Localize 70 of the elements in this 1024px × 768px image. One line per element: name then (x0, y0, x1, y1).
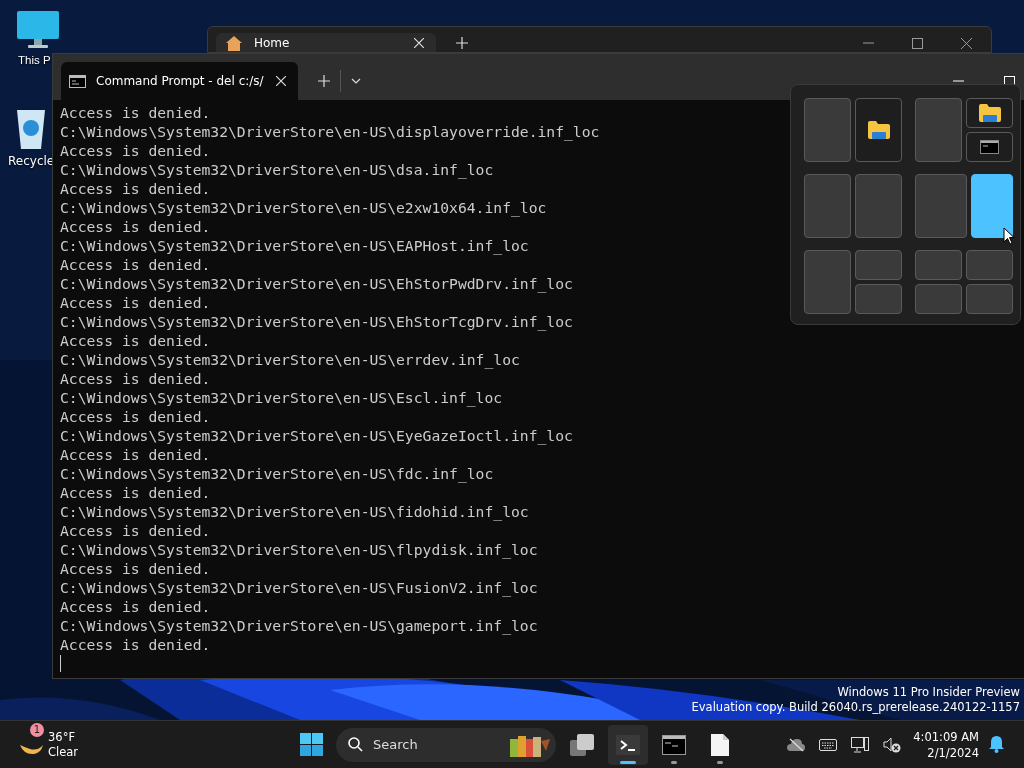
new-tab-icon[interactable] (456, 37, 468, 49)
console-line: Access is denied. (60, 559, 211, 578)
snap-zone[interactable] (966, 98, 1013, 128)
cloud-off-icon[interactable] (787, 737, 806, 752)
house-icon (226, 35, 242, 51)
notification-badge: 1 (30, 722, 44, 737)
console-line: C:\Windows\System32\DriverStore\en-US\displayoverride.inf_loc (60, 122, 600, 141)
console-line: C:\Windows\System32\DriverStore\en-US\e2xw10x64.inf_loc (60, 198, 547, 217)
new-tab-icon[interactable] (318, 75, 330, 87)
monitor-icon[interactable] (16, 10, 60, 50)
console-line: Access is denied. (60, 635, 211, 654)
console-line: C:\Windows\System32\DriverStore\en-US\fdc.inf_loc (60, 464, 494, 483)
desktop-icon-label[interactable]: This P (18, 54, 51, 66)
text-cursor (60, 655, 61, 672)
bell-icon[interactable] (989, 736, 1004, 753)
folder-icon (978, 104, 1001, 122)
console-line: Access is denied. (60, 521, 211, 540)
terminal-tab[interactable]: Command Prompt - del c:/s/ (61, 62, 298, 100)
watermark-text: Windows 11 Pro Insider Preview (836, 685, 1020, 700)
console-line: C:\Windows\System32\DriverStore\en-US\gameport.inf_loc (60, 616, 538, 635)
console-line: Access is denied. (60, 331, 211, 350)
search-field[interactable]: Search (336, 727, 556, 762)
temperature-label[interactable]: 36°F (48, 729, 79, 745)
document-icon (711, 733, 729, 756)
console-line: Access is denied. (60, 141, 211, 160)
snap-zone[interactable] (966, 132, 1013, 162)
speaker-muted-icon[interactable] (883, 736, 902, 753)
console-line: C:\Windows\System32\DriverStore\en-US\errdev.inf_loc (60, 350, 520, 369)
clock[interactable]: 4:01:09 AM 2/1/2024 (913, 728, 979, 761)
console-line: C:\Windows\System32\DriverStore\en-US\Escl.inf_loc (60, 388, 503, 407)
keyboard-icon[interactable] (819, 738, 838, 751)
search-icon (348, 737, 363, 752)
weather-condition[interactable]: Clear (48, 744, 79, 760)
close-icon[interactable] (961, 37, 972, 49)
start-icon[interactable] (300, 733, 323, 756)
console-line: C:\Windows\System32\DriverStore\en-US\FusionV2.inf_loc (60, 578, 538, 597)
console-icon (69, 74, 86, 88)
console-line: C:\Windows\System32\DriverStore\en-US\EhStorPwdDrv.inf_loc (60, 274, 573, 293)
console-line: C:\Windows\System32\DriverStore\en-US\flpydisk.inf_loc (60, 540, 538, 559)
terminal-taskbar-button[interactable] (608, 724, 648, 765)
home-tab[interactable]: Home (216, 33, 436, 52)
console-icon (662, 734, 686, 755)
dropdown-icon[interactable] (351, 78, 361, 84)
console-line: Access is denied. (60, 407, 211, 426)
clock-date: 2/1/2024 (927, 744, 979, 761)
desktop-icon-label[interactable]: Recycle (8, 154, 55, 168)
terminal-icon (616, 734, 640, 755)
console-line: Access is denied. (60, 255, 211, 274)
console-line: Access is denied. (60, 483, 211, 502)
console-line: Access is denied. (60, 445, 211, 464)
console-line: C:\Windows\System32\DriverStore\en-US\fidohid.inf_loc (60, 502, 529, 521)
console-line: Access is denied. (60, 369, 211, 388)
console-line: Access is denied. (60, 103, 211, 122)
console-line: C:\Windows\System32\DriverStore\en-US\EyeGazeIoctl.inf_loc (60, 426, 573, 445)
console-line: C:\Windows\System32\DriverStore\en-US\dsa.inf_loc (60, 160, 494, 179)
mouse-pointer-icon (1003, 227, 1015, 245)
console-line: Access is denied. (60, 179, 211, 198)
console-line: Access is denied. (60, 217, 211, 236)
console-icon (980, 140, 999, 154)
console-line: C:\Windows\System32\DriverStore\en-US\EhStorTcgDrv.inf_loc (60, 312, 573, 331)
maximize-icon[interactable] (912, 37, 923, 49)
folder-icon (867, 121, 890, 139)
task-view-icon (570, 733, 594, 756)
watermark-text: Evaluation copy. Build 26040.rs_prerelease.240122-1157 (691, 700, 1020, 715)
console-line: Access is denied. (60, 293, 211, 312)
snap-zone[interactable] (855, 98, 902, 162)
console-line: C:\Windows\System32\DriverStore\en-US\EAPHost.inf_loc (60, 236, 529, 255)
clock-time: 4:01:09 AM (913, 728, 979, 745)
network-icon[interactable] (851, 736, 870, 753)
console-line: Access is denied. (60, 597, 211, 616)
